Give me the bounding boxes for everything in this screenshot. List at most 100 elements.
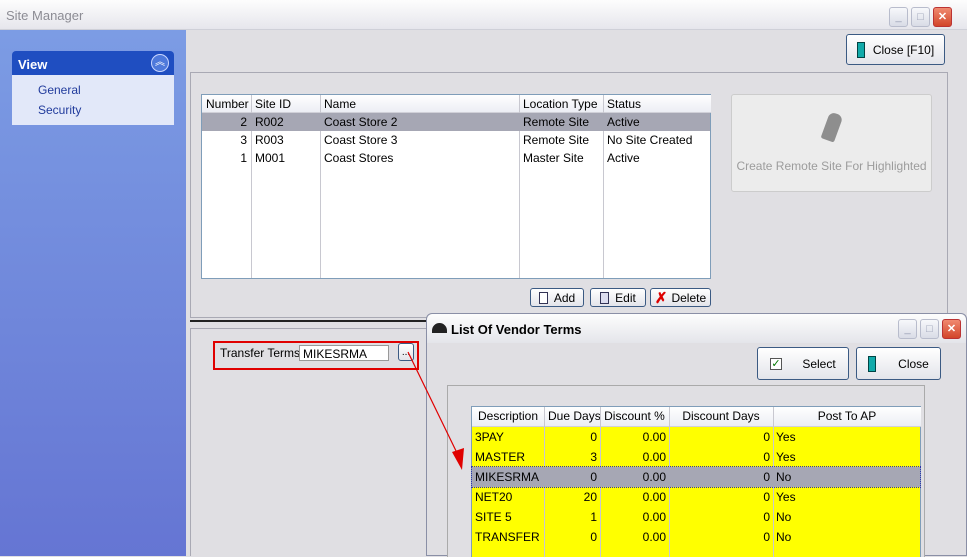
view-section-header[interactable]: View (12, 51, 174, 75)
table-cell: 0 (763, 470, 770, 484)
table-row[interactable]: 3 R003 Coast Store 3 Remote Site No Site Cre… (202, 131, 710, 149)
column-header[interactable]: Name (320, 95, 519, 113)
table-cell: Yes (776, 430, 796, 444)
column-header[interactable]: Due Days (544, 407, 601, 427)
table-cell: No (776, 530, 792, 544)
browse-terms-button[interactable]: ... (398, 343, 414, 361)
view-section-body (12, 75, 174, 125)
table-cell: 0.00 (642, 470, 666, 484)
table-cell: M001 (255, 151, 286, 165)
delete-button[interactable]: ✗ Delete (650, 288, 711, 307)
table-cell: 0 (763, 530, 770, 544)
view-section-title: View (18, 57, 48, 72)
collapse-chevron-icon[interactable]: ︽ (151, 54, 169, 72)
column-header[interactable]: Site ID (251, 95, 320, 113)
new-page-icon (538, 291, 548, 304)
column-header[interactable]: Status (603, 95, 711, 113)
table-cell: Yes (776, 450, 796, 464)
table-cell: 0 (763, 510, 770, 524)
transfer-terms-value: MIKESRMA (303, 347, 368, 361)
edit-button[interactable]: Edit (590, 288, 646, 307)
add-label: Add (553, 290, 576, 305)
sites-table[interactable]: Number Site ID Name Location Type Status 2 R00… (201, 94, 711, 279)
table-cell: 0 (763, 490, 770, 504)
table-cell: 0 (763, 450, 770, 464)
close-f10-label: Close [F10] (872, 42, 935, 57)
dialog-minimize-button[interactable]: _ (898, 319, 917, 339)
table-cell: 1 (240, 151, 247, 165)
close-f10-button[interactable]: Close [F10] (846, 34, 945, 65)
sidebar-item-security[interactable]: Security (38, 103, 81, 117)
table-cell: SITE 5 (475, 510, 512, 524)
table-cell: 3 (590, 450, 597, 464)
table-cell: Active (607, 115, 640, 129)
table-row[interactable]: SITE 5 1 0.00 0 No (472, 507, 920, 527)
table-row[interactable]: 2 R002 Coast Store 2 Remote Site Active (202, 113, 710, 131)
table-row[interactable]: NET20 20 0.00 0 Yes (472, 487, 920, 507)
door-exit-icon (856, 41, 865, 58)
sidebar-item-general[interactable]: General (38, 83, 81, 97)
table-cell: MIKESRMA (475, 470, 540, 484)
delete-x-icon: ✗ (654, 289, 668, 307)
table-row[interactable]: 1 M001 Coast Stores Master Site Active (202, 149, 710, 167)
column-header[interactable]: Discount % (600, 407, 669, 427)
vendor-terms-table[interactable]: Description Due Days Discount % Discount Da… (471, 406, 921, 557)
table-row[interactable]: TRANSFER 0 0.00 0 No (472, 527, 920, 547)
table-cell: No (776, 510, 792, 524)
maximize-button[interactable]: □ (911, 7, 930, 27)
table-cell: TRANSFER (475, 530, 540, 544)
remote-site-icon (820, 111, 843, 143)
table-cell: 3 (240, 133, 247, 147)
table-cell: 0 (590, 470, 597, 484)
transfer-terms-input[interactable]: MIKESRMA (299, 345, 389, 361)
table-cell: Coast Store 2 (324, 115, 398, 129)
table-row[interactable]: 3PAY 0 0.00 0 Yes (472, 427, 920, 447)
table-cell: Coast Store 3 (324, 133, 398, 147)
table-row[interactable]: MASTER 3 0.00 0 Yes (472, 447, 920, 467)
table-cell: 0.00 (642, 450, 666, 464)
table-cell: 0.00 (642, 490, 666, 504)
dialog-title-bar: List Of Vendor Terms (427, 314, 966, 343)
minimize-button[interactable]: _ (889, 7, 908, 27)
table-cell: MASTER (475, 450, 526, 464)
transfer-terms-label: Transfer Terms: (220, 346, 304, 360)
checkmark-icon: ✓ (770, 357, 783, 370)
edit-page-icon (600, 291, 610, 304)
table-cell: Coast Stores (324, 151, 394, 165)
table-cell: Remote Site (523, 115, 590, 129)
table-cell: 3PAY (475, 430, 504, 444)
column-header[interactable]: Description (472, 407, 544, 427)
edit-label: Edit (615, 290, 636, 305)
table-cell: 0 (590, 430, 597, 444)
column-header[interactable]: Discount Days (669, 407, 773, 427)
table-cell: 20 (583, 490, 597, 504)
browse-label: ... (401, 346, 411, 358)
close-window-button[interactable]: ✕ (933, 7, 952, 27)
table-cell: 0 (590, 530, 597, 544)
column-header[interactable]: Post To AP (773, 407, 921, 427)
table-cell: Remote Site (523, 133, 590, 147)
add-button[interactable]: Add (530, 288, 584, 307)
vendor-terms-dialog: List Of Vendor Terms _ □ ✕ ✓ Select Close… (426, 313, 967, 557)
table-cell: Yes (776, 490, 796, 504)
app-logo-icon (432, 323, 447, 333)
table-cell: 0.00 (642, 510, 666, 524)
create-remote-site-button[interactable]: Create Remote Site For Highlighted (731, 94, 932, 192)
table-cell: 0.00 (642, 430, 666, 444)
dialog-close-button[interactable]: Close (856, 347, 941, 380)
delete-label: Delete (671, 290, 707, 305)
table-cell: 0.00 (642, 530, 666, 544)
window-title: Site Manager (6, 8, 84, 23)
select-label: Select (802, 356, 836, 371)
column-header[interactable]: Number (202, 95, 251, 113)
dialog-title: List Of Vendor Terms (451, 322, 582, 337)
table-cell: NET20 (475, 490, 513, 504)
table-cell: R003 (255, 133, 284, 147)
table-row[interactable]: MIKESRMA 0 0.00 0 No (471, 466, 921, 488)
dialog-close-label: Close (898, 356, 929, 371)
table-cell: R002 (255, 115, 284, 129)
select-button[interactable]: ✓ Select (757, 347, 849, 380)
dialog-maximize-button[interactable]: □ (920, 319, 939, 339)
column-header[interactable]: Location Type (519, 95, 603, 113)
dialog-close-window-button[interactable]: ✕ (942, 319, 961, 339)
